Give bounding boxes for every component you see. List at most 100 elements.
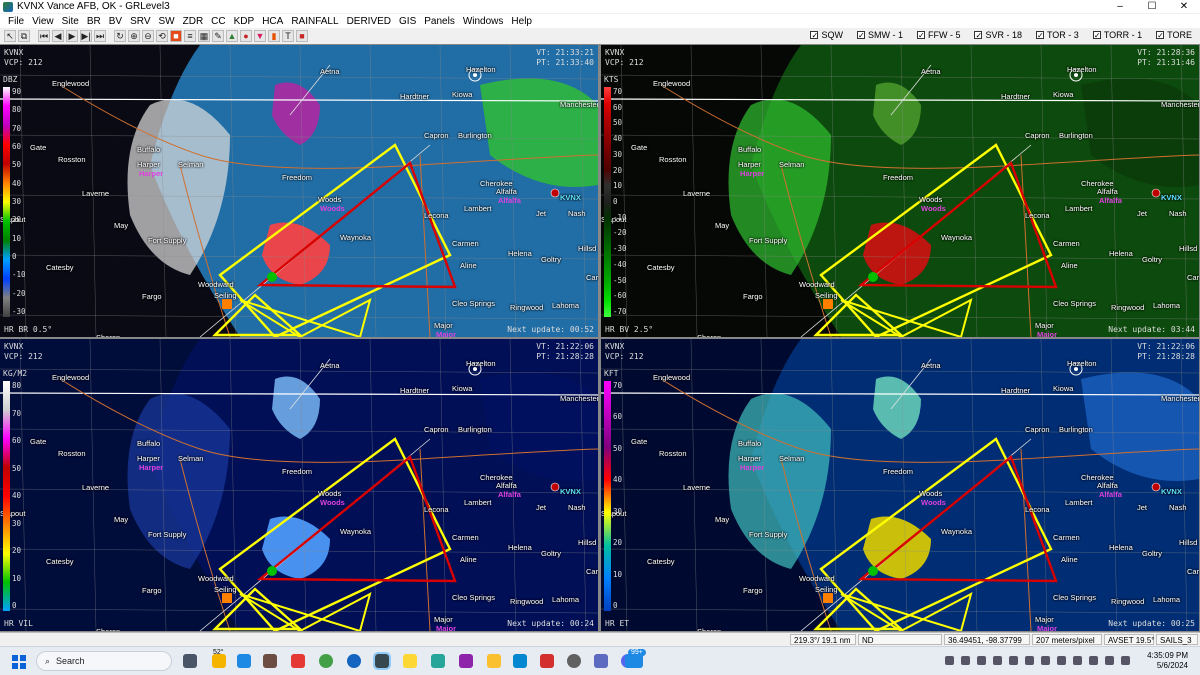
city-label: Woods: [919, 489, 943, 498]
menu-windows[interactable]: Windows: [459, 16, 508, 27]
checkbox-icon[interactable]: ✓: [916, 31, 925, 40]
menu-rainfall[interactable]: RAINFALL: [287, 16, 342, 27]
tray-icon-6[interactable]: [1041, 656, 1050, 665]
checkbox-icon[interactable]: ✓: [974, 31, 983, 40]
grlevel3-taskbar-icon[interactable]: [373, 652, 391, 670]
zoom-out-icon[interactable]: ⊖: [142, 30, 154, 42]
app-icon-8[interactable]: [431, 654, 445, 668]
grid-icon[interactable]: ▦: [198, 30, 210, 42]
prev-frame-icon[interactable]: ◀: [52, 30, 64, 42]
app-icon-3[interactable]: [291, 654, 305, 668]
menu-zdr[interactable]: ZDR: [179, 16, 208, 27]
app-icon-10[interactable]: [487, 654, 501, 668]
city-label: Lambert: [464, 204, 492, 213]
start-button[interactable]: [12, 655, 26, 669]
weather-icon[interactable]: [212, 654, 226, 668]
menu-srv[interactable]: SRV: [126, 16, 154, 27]
chrome-icon[interactable]: [319, 654, 333, 668]
city-label: Englewood: [52, 373, 90, 382]
task-view-icon[interactable]: [183, 654, 197, 668]
slack-icon[interactable]: [459, 654, 473, 668]
menu-site[interactable]: Site: [58, 16, 83, 27]
toggle-sqw[interactable]: ✓ SQW: [810, 30, 843, 40]
last-frame-icon[interactable]: ⏭: [94, 30, 106, 42]
tray-icon-1[interactable]: [961, 656, 970, 665]
app-icon-11[interactable]: [513, 654, 527, 668]
menu-sw[interactable]: SW: [155, 16, 179, 27]
menu-view[interactable]: View: [28, 16, 58, 27]
app-icon-12[interactable]: [540, 654, 554, 668]
tray-icon-4[interactable]: [1009, 656, 1018, 665]
app-icon-2[interactable]: [263, 654, 277, 668]
menu-cc[interactable]: CC: [207, 16, 229, 27]
radar-panel-reflectivity[interactable]: Englewood Aetna Hazelton Kiowa Hardtner Manch…: [0, 45, 598, 337]
spotter-icon: [868, 272, 878, 282]
tray-icon-5[interactable]: [1025, 656, 1034, 665]
text-tool-icon[interactable]: T: [282, 30, 294, 42]
chevron-up-icon[interactable]: [945, 656, 954, 665]
spotter-icon[interactable]: ▲: [226, 30, 238, 42]
radar-panel-velocity[interactable]: Englewood Aetna Hazelton Kiowa Hardtner Manch…: [601, 45, 1199, 337]
layers-icon[interactable]: ≡: [184, 30, 196, 42]
toggle-tor[interactable]: ✓ TOR - 3: [1035, 30, 1079, 40]
toggle-smw[interactable]: ✓ SMW - 1: [856, 30, 903, 40]
menu-gis[interactable]: GIS: [395, 16, 420, 27]
toggle-torr[interactable]: ✓ TORR - 1: [1092, 30, 1142, 40]
clock[interactable]: 4:35:09 PM 5/6/2024: [1147, 651, 1188, 671]
app-icon-5[interactable]: [347, 654, 361, 668]
checkbox-icon[interactable]: ✓: [810, 31, 819, 40]
city-label: Laverne: [82, 189, 110, 198]
checkbox-icon[interactable]: ✓: [856, 31, 865, 40]
menu-kdp[interactable]: KDP: [230, 16, 259, 27]
city-label: Major: [1035, 321, 1054, 330]
radar-panel-vil[interactable]: Englewood Aetna Hazelton Kiowa Hardtner Manch…: [0, 339, 598, 631]
tray-icon-3[interactable]: [993, 656, 1002, 665]
radar-panel-echo-tops[interactable]: Englewood Aetna Hazelton Kiowa Hardtner Manch…: [601, 339, 1199, 631]
storm-track-icon[interactable]: ▮: [268, 30, 280, 42]
vcp-label: VCP: 212: [4, 58, 43, 67]
warning-poly-icon[interactable]: ●: [240, 30, 252, 42]
menu-panels[interactable]: Panels: [420, 16, 459, 27]
app-icon-14[interactable]: [594, 654, 608, 668]
app-icon-16[interactable]: [625, 654, 643, 668]
checkbox-icon[interactable]: ✓: [1092, 31, 1101, 40]
menu-help[interactable]: Help: [507, 16, 536, 27]
battery-icon[interactable]: [1121, 656, 1130, 665]
refresh-icon[interactable]: ↻: [114, 30, 126, 42]
zoom-in-icon[interactable]: ⊕: [128, 30, 140, 42]
play-icon[interactable]: ▶: [66, 30, 78, 42]
toggle-ffw[interactable]: ✓ FFW - 5: [916, 30, 960, 40]
tray-icon-7[interactable]: [1057, 656, 1066, 665]
cursor-tool-icon[interactable]: ↖: [4, 30, 16, 42]
app-icon-1[interactable]: [237, 654, 251, 668]
copy-icon[interactable]: ⧉: [18, 30, 30, 42]
wifi-icon[interactable]: [1089, 656, 1098, 665]
tray-icon-8[interactable]: [1073, 656, 1082, 665]
tray-icon-2[interactable]: [977, 656, 986, 665]
maximize-button[interactable]: ☐: [1136, 0, 1168, 13]
menu-bv[interactable]: BV: [105, 16, 126, 27]
menu-hca[interactable]: HCA: [258, 16, 287, 27]
app-icon-13[interactable]: [567, 654, 581, 668]
menu-br[interactable]: BR: [83, 16, 105, 27]
toggle-tore[interactable]: ✓ TORE: [1156, 30, 1192, 40]
close-button[interactable]: ✕: [1168, 0, 1200, 13]
first-frame-icon[interactable]: ⏮: [38, 30, 50, 42]
placefile-icon[interactable]: ▼: [254, 30, 266, 42]
taskbar-search[interactable]: ⌕ Search: [36, 651, 172, 671]
app-icon-7[interactable]: [403, 654, 417, 668]
checkbox-icon[interactable]: ✓: [1035, 31, 1044, 40]
next-frame-icon[interactable]: ▶|: [80, 30, 92, 42]
city-label: Fort Supply: [148, 236, 187, 245]
city-label: Seiling: [815, 291, 838, 300]
reset-view-icon[interactable]: ⟲: [156, 30, 168, 42]
toggle-svr[interactable]: ✓ SVR - 18: [974, 30, 1022, 40]
menu-derived[interactable]: DERIVED: [343, 16, 395, 27]
stop-icon[interactable]: ■: [296, 30, 308, 42]
color-table-icon[interactable]: ■: [170, 30, 182, 42]
volume-icon[interactable]: [1105, 656, 1114, 665]
checkbox-icon[interactable]: ✓: [1156, 31, 1165, 40]
menu-file[interactable]: File: [4, 16, 28, 27]
minimize-button[interactable]: –: [1104, 0, 1136, 13]
draw-icon[interactable]: ✎: [212, 30, 224, 42]
